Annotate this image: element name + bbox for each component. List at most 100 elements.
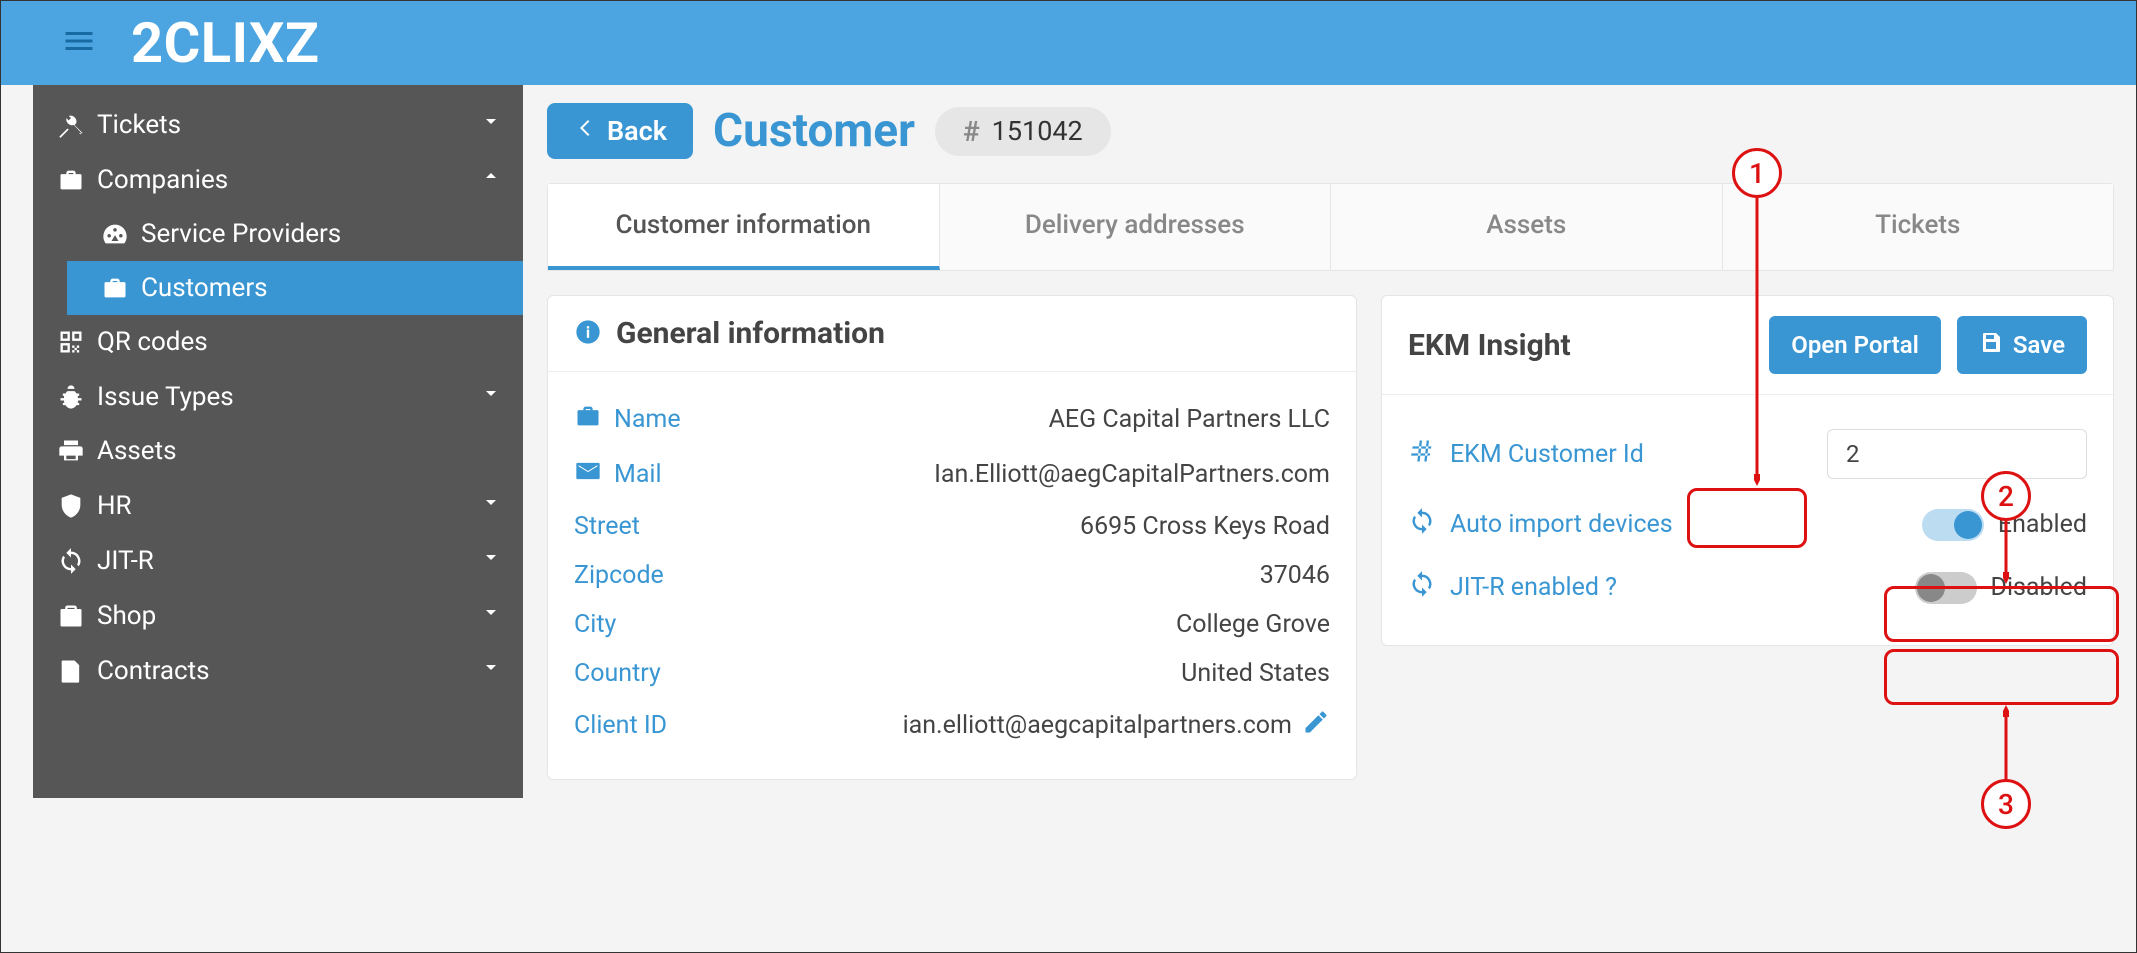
briefcase-icon bbox=[57, 166, 97, 194]
callout-3: 3 bbox=[1981, 779, 2031, 829]
id-chip: # 151042 bbox=[935, 107, 1111, 156]
row-city: City College Grove bbox=[574, 600, 1330, 649]
sidebar-item-service-providers[interactable]: Service Providers bbox=[67, 207, 523, 261]
value: College Grove bbox=[1176, 610, 1330, 639]
sidebar-item-issue-types[interactable]: Issue Types bbox=[33, 369, 523, 424]
edit-icon[interactable] bbox=[1302, 708, 1330, 743]
sidebar-item-hr[interactable]: HR bbox=[33, 478, 523, 533]
highlight-box-1 bbox=[1687, 488, 1807, 548]
chevron-down-icon bbox=[479, 381, 503, 412]
label: Country bbox=[574, 659, 661, 688]
row-street: Street 6695 Cross Keys Road bbox=[574, 502, 1330, 551]
value: 6695 Cross Keys Road bbox=[1080, 512, 1330, 541]
sync-icon bbox=[1408, 507, 1436, 542]
shop-icon bbox=[57, 602, 97, 630]
info-icon bbox=[574, 318, 602, 350]
tab-delivery-addresses[interactable]: Delivery addresses bbox=[940, 184, 1332, 270]
callout-2: 2 bbox=[1981, 471, 2031, 521]
value: ian.elliott@aegcapitalpartners.com bbox=[903, 711, 1292, 740]
label: Mail bbox=[614, 460, 662, 489]
hash-icon bbox=[1408, 437, 1436, 472]
page-title: Customer bbox=[713, 104, 915, 158]
topbar: 2CLIXZ bbox=[1, 1, 2137, 85]
sidebar-label: Contracts bbox=[97, 656, 210, 686]
customer-id: 151042 bbox=[992, 115, 1083, 147]
chevron-up-icon bbox=[479, 164, 503, 195]
value: Ian.Elliott@aegCapitalPartners.com bbox=[934, 460, 1330, 489]
label: City bbox=[574, 610, 616, 639]
sidebar-label: Assets bbox=[97, 436, 177, 466]
arrow-1 bbox=[1754, 198, 1760, 488]
ekm-customer-id-input[interactable]: 2 bbox=[1827, 429, 2087, 479]
back-label: Back bbox=[607, 115, 667, 147]
row-name: Name AEG Capital Partners LLC bbox=[574, 392, 1330, 447]
sync-icon bbox=[57, 547, 97, 575]
save-button[interactable]: Save bbox=[1957, 316, 2087, 374]
label: JIT-R enabled ? bbox=[1450, 573, 1617, 602]
open-portal-button[interactable]: Open Portal bbox=[1769, 316, 1941, 374]
sidebar-label: Tickets bbox=[97, 110, 181, 140]
sidebar-item-shop[interactable]: Shop bbox=[33, 588, 523, 643]
logo: 2CLIXZ bbox=[131, 10, 319, 76]
save-icon bbox=[1979, 330, 2003, 360]
card-title: General information bbox=[616, 316, 885, 351]
label: Auto import devices bbox=[1450, 510, 1673, 539]
chevron-down-icon bbox=[479, 109, 503, 140]
sidebar-item-assets[interactable]: Assets bbox=[33, 424, 523, 478]
sidebar-label: Shop bbox=[97, 601, 156, 631]
tab-tickets[interactable]: Tickets bbox=[1723, 184, 2114, 270]
value: 37046 bbox=[1260, 561, 1330, 590]
document-icon bbox=[57, 657, 97, 685]
bug-icon bbox=[57, 383, 97, 411]
tab-assets[interactable]: Assets bbox=[1331, 184, 1723, 270]
highlight-box-2 bbox=[1884, 586, 2119, 642]
row-country: Country United States bbox=[574, 649, 1330, 698]
tab-customer-info[interactable]: Customer information bbox=[548, 184, 940, 270]
save-label: Save bbox=[2013, 331, 2065, 359]
chevron-down-icon bbox=[479, 490, 503, 521]
sidebar-label: Customers bbox=[141, 273, 268, 303]
briefcase-icon bbox=[574, 402, 602, 437]
sidebar-item-qrcodes[interactable]: QR codes bbox=[33, 315, 523, 369]
callout-1: 1 bbox=[1732, 148, 1782, 198]
label: Client ID bbox=[574, 711, 667, 740]
sidebar-item-tickets[interactable]: Tickets bbox=[33, 97, 523, 152]
chevron-down-icon bbox=[479, 600, 503, 631]
back-button[interactable]: Back bbox=[547, 103, 693, 159]
row-clientid: Client ID ian.elliott@aegcapitalpartners… bbox=[574, 698, 1330, 753]
highlight-box-3 bbox=[1884, 649, 2119, 705]
sidebar-item-contracts[interactable]: Contracts bbox=[33, 643, 523, 698]
hash-icon: # bbox=[963, 115, 980, 148]
gauge-icon bbox=[101, 220, 141, 248]
arrow-left-icon bbox=[573, 115, 597, 147]
card-title: EKM Insight bbox=[1408, 328, 1571, 363]
sidebar-label: JIT-R bbox=[97, 546, 154, 576]
label: Name bbox=[614, 405, 681, 434]
sidebar-item-jitr[interactable]: JIT-R bbox=[33, 533, 523, 588]
chevron-down-icon bbox=[479, 655, 503, 686]
sidebar-label: HR bbox=[97, 491, 132, 521]
shield-icon bbox=[57, 492, 97, 520]
arrow-2 bbox=[2003, 521, 2009, 586]
printer-icon bbox=[57, 437, 97, 465]
briefcase-icon bbox=[101, 274, 141, 302]
sidebar: Tickets Companies Service Providers Cust… bbox=[33, 85, 523, 798]
menu-icon[interactable] bbox=[61, 23, 97, 63]
chevron-down-icon bbox=[479, 545, 503, 576]
mail-icon bbox=[574, 457, 602, 492]
sync-icon bbox=[1408, 570, 1436, 605]
sidebar-label: Issue Types bbox=[97, 382, 234, 412]
value: AEG Capital Partners LLC bbox=[1049, 405, 1330, 434]
label: Street bbox=[574, 512, 640, 541]
sidebar-item-companies[interactable]: Companies bbox=[33, 152, 523, 207]
sidebar-label: QR codes bbox=[97, 327, 208, 357]
tools-icon bbox=[57, 111, 97, 139]
general-info-card: General information Name AEG Capital Par… bbox=[547, 295, 1357, 780]
sidebar-item-customers[interactable]: Customers bbox=[67, 261, 523, 315]
arrow-3 bbox=[2003, 705, 2009, 780]
auto-import-toggle[interactable] bbox=[1922, 509, 1984, 541]
label: Zipcode bbox=[574, 561, 664, 590]
row-zip: Zipcode 37046 bbox=[574, 551, 1330, 600]
sidebar-label: Service Providers bbox=[141, 219, 341, 249]
sidebar-label: Companies bbox=[97, 165, 228, 195]
